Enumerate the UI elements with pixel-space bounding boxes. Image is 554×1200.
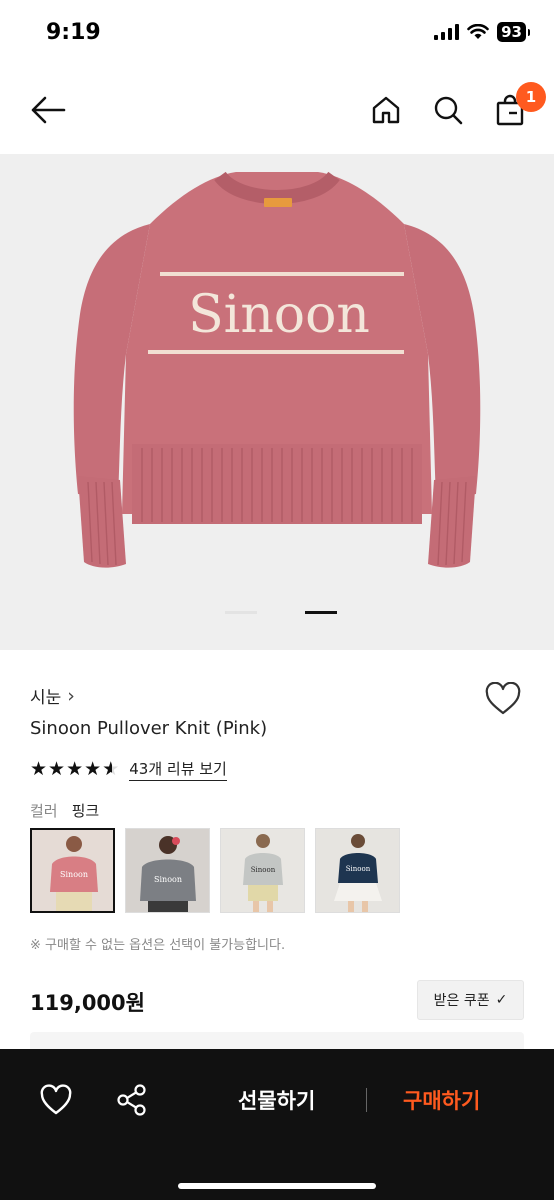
share-button[interactable] [114, 1083, 150, 1117]
option-notice: ※ 구매할 수 없는 옵션은 선택이 불가능합니다. [30, 938, 286, 953]
swatch-gray[interactable]: Sinoon [125, 828, 210, 913]
svg-text:Sinoon: Sinoon [251, 866, 276, 874]
share-icon [117, 1084, 146, 1116]
search-button[interactable] [428, 90, 468, 130]
cellular-signal-icon [434, 24, 460, 40]
svg-text:Sinoon: Sinoon [346, 865, 371, 873]
wishlist-button[interactable] [484, 681, 522, 716]
model-photo-light-gray: Sinoon [221, 829, 304, 912]
coupon-label: 받은 쿠폰 [433, 993, 490, 1009]
action-divider [366, 1088, 367, 1112]
rating-stars: ★ ★ ★ ★ ★ ★ [30, 760, 119, 779]
wifi-icon [467, 24, 489, 39]
model-photo-pink: Sinoon [32, 830, 113, 911]
sweater-image: Sinoon [73, 171, 481, 568]
home-icon [372, 96, 400, 124]
status-icons: 93 [434, 22, 530, 42]
heart-icon [40, 1084, 72, 1115]
model-photo-gray: Sinoon [126, 829, 209, 912]
check-icon: ✓ [495, 992, 508, 1008]
model-photo-navy: Sinoon [316, 829, 399, 912]
svg-text:Sinoon: Sinoon [154, 875, 182, 884]
brand-name: 시눈 [30, 688, 62, 708]
swatch-light-gray[interactable]: Sinoon [220, 828, 305, 913]
bottom-action-bar: 선물하기 구매하기 [0, 1049, 554, 1200]
back-arrow-icon [31, 96, 66, 124]
color-swatches: Sinoon Sinoon Sinoon Sinoon [30, 828, 400, 913]
cart-button[interactable]: 1 [490, 82, 546, 130]
product-price: 119,000원 [30, 991, 145, 1015]
search-icon [434, 96, 463, 125]
chevron-right-icon: › [67, 684, 75, 707]
star-full-icon: ★ [84, 758, 102, 780]
carousel-indicator-inactive [225, 611, 257, 614]
star-full-icon: ★ [66, 758, 84, 780]
top-navigation: 1 [0, 80, 554, 140]
star-full-icon: ★ [30, 758, 48, 780]
svg-text:Sinoon: Sinoon [60, 870, 88, 879]
review-link[interactable]: 43개 리뷰 보기 [129, 758, 227, 781]
status-bar: 9:19 93 [0, 0, 554, 70]
cart-count-badge: 1 [516, 82, 546, 112]
sweater-logo-text: Sinoon [188, 285, 370, 345]
product-image[interactable]: Sinoon [0, 154, 554, 650]
home-indicator [178, 1183, 376, 1189]
bottom-wishlist-button[interactable] [38, 1083, 74, 1117]
product-name: Sinoon Pullover Knit (Pink) [30, 718, 268, 739]
home-button[interactable] [366, 90, 406, 130]
battery-tip [528, 28, 530, 36]
brand-link[interactable]: 시눈 › [30, 683, 75, 709]
battery-indicator: 93 [497, 22, 526, 42]
heart-icon [485, 681, 521, 715]
swatch-pink[interactable]: Sinoon [30, 828, 115, 913]
back-button[interactable] [28, 92, 68, 128]
rating-row: ★ ★ ★ ★ ★ ★ 43개 리뷰 보기 [30, 758, 227, 781]
status-time: 9:19 [46, 20, 101, 45]
color-value: 핑크 [71, 802, 100, 820]
carousel-indicator-active [305, 611, 337, 614]
color-option-row: 컬러 핑크 [30, 800, 99, 821]
nav-actions: 1 [366, 82, 546, 130]
gift-button[interactable]: 선물하기 [238, 1085, 315, 1115]
buy-button[interactable]: 구매하기 [403, 1085, 480, 1115]
star-half-icon: ★ ★ [102, 758, 120, 780]
swatch-navy[interactable]: Sinoon [315, 828, 400, 913]
color-label: 컬러 [30, 802, 58, 820]
star-full-icon: ★ [48, 758, 66, 780]
coupon-button[interactable]: 받은 쿠폰 ✓ [417, 980, 524, 1020]
